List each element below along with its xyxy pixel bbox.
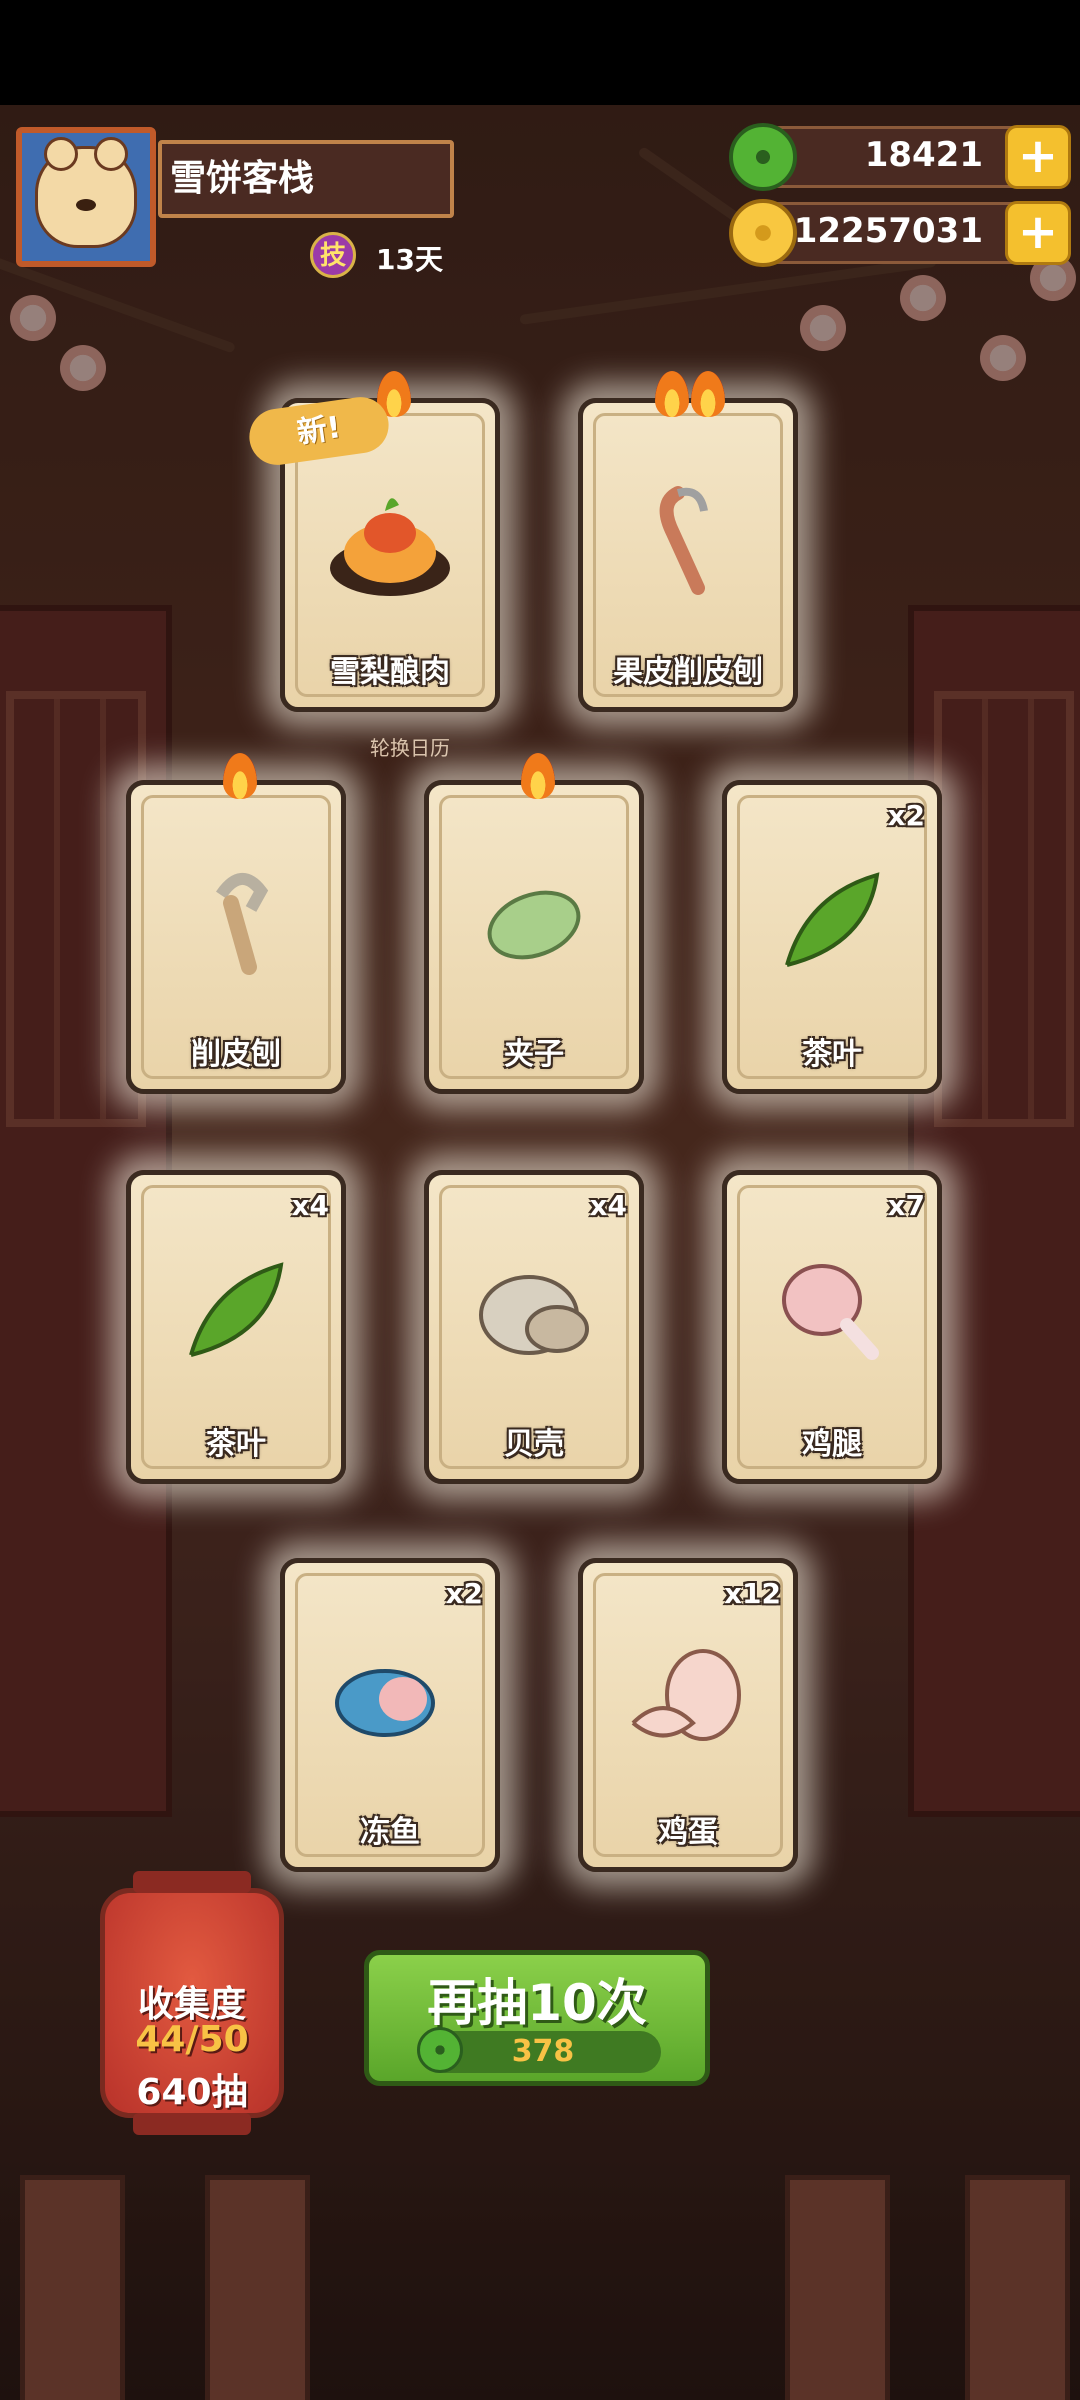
add-jade-button[interactable]: +	[1005, 125, 1071, 189]
peeler-icon	[216, 873, 269, 975]
card-label: 鸡蛋	[658, 1815, 718, 1850]
frozen-fish-icon	[335, 1669, 435, 1737]
draw-again-label: 再抽10次	[427, 1974, 647, 2032]
collection-pulls: 640抽	[136, 2072, 248, 2113]
peeler-icon	[659, 486, 708, 595]
card-item[interactable]: x2 茶叶	[722, 780, 942, 1094]
card-item[interactable]: 夹子	[424, 753, 644, 1094]
card-item[interactable]: 削皮刨	[126, 753, 346, 1094]
shell-icon	[479, 1275, 589, 1355]
collection-lantern[interactable]: 收集度 44/50 640抽	[100, 1871, 284, 2135]
jade-icon	[729, 123, 797, 191]
card-item[interactable]: x4 茶叶	[126, 1170, 346, 1484]
bear-avatar-icon	[35, 137, 137, 248]
card-label: 茶叶	[206, 1427, 266, 1462]
draw-again-button[interactable]: 再抽10次 378	[364, 1950, 710, 2086]
shop-name[interactable]: 雪饼客栈	[158, 140, 454, 218]
egg-icon	[631, 1649, 741, 1741]
card-count: x2	[887, 799, 925, 832]
card-label: 冻鱼	[360, 1815, 420, 1850]
card-label: 鸡腿	[802, 1427, 862, 1462]
pear-stuffed-meat-icon	[330, 498, 450, 596]
tea-leaf-icon	[189, 1262, 284, 1357]
card-count: x4	[291, 1189, 329, 1222]
add-coin-button[interactable]: +	[1005, 201, 1071, 265]
card-item[interactable]: x7 鸡腿	[722, 1170, 942, 1484]
coin-value: 12257031	[793, 211, 983, 251]
card-item[interactable]: 新! 雪梨酿肉	[245, 371, 500, 712]
card-count: x4	[589, 1189, 627, 1222]
card-label: 果皮削皮刨	[613, 655, 763, 690]
day-counter: 13天	[376, 243, 443, 276]
chicken-leg-icon	[782, 1264, 879, 1360]
coin-currency: 12257031 +	[729, 199, 1071, 267]
card-label: 削皮刨	[191, 1037, 281, 1072]
card-item[interactable]: x12 鸡蛋	[578, 1558, 798, 1872]
card-label: 茶叶	[802, 1037, 862, 1072]
card-label: 夹子	[504, 1037, 564, 1072]
card-count: x7	[887, 1189, 925, 1222]
draw-cost: 378	[417, 2027, 661, 2073]
calendar-label: 轮换日历	[370, 736, 450, 760]
jade-currency: 18421 +	[729, 123, 1071, 191]
card-item[interactable]: x4 贝壳	[424, 1170, 644, 1484]
tea-leaf-icon	[785, 872, 880, 967]
card-label: 贝壳	[504, 1427, 564, 1462]
card-item[interactable]: x2 冻鱼	[280, 1558, 500, 1872]
coin-icon	[729, 199, 797, 267]
card-item[interactable]: 果皮削皮刨	[578, 371, 798, 712]
card-count: x12	[723, 1577, 781, 1610]
collection-progress: 44/50	[135, 2019, 249, 2060]
card-label: 雪梨酿肉	[330, 655, 450, 690]
jade-value: 18421	[864, 135, 983, 175]
card-count: x2	[445, 1577, 483, 1610]
clip-icon	[487, 890, 581, 960]
player-avatar[interactable]	[16, 127, 156, 267]
draw-cost-value: 378	[511, 2034, 575, 2069]
skill-badge-icon[interactable]: 技	[310, 232, 356, 278]
